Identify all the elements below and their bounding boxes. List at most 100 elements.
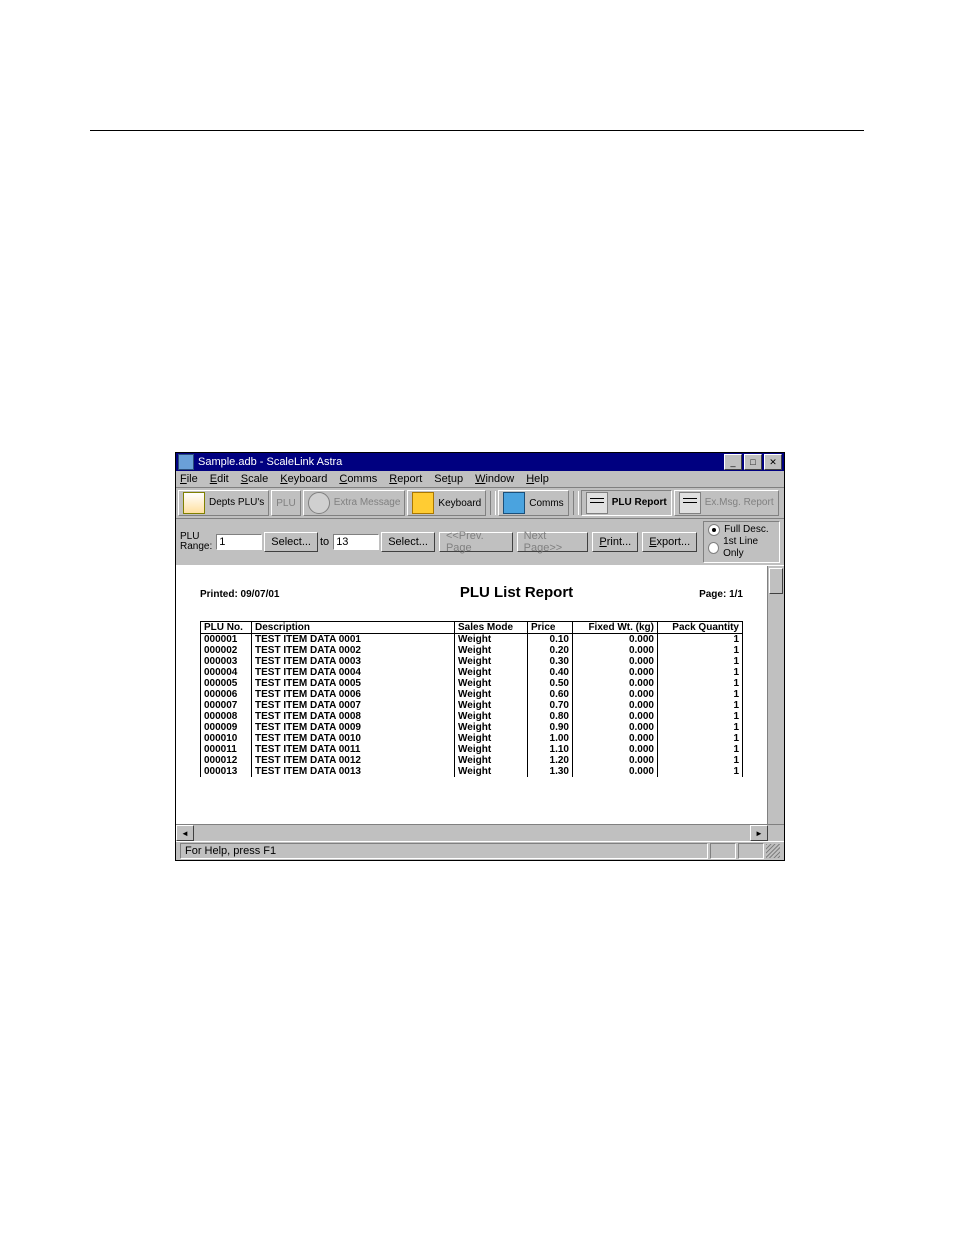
- cell-salesmode: Weight: [455, 744, 528, 755]
- status-text: For Help, press F1: [180, 843, 708, 859]
- depts-plu-button[interactable]: Depts PLU's: [178, 490, 269, 516]
- report-icon-2: [679, 492, 701, 514]
- report-viewport: Printed: 09/07/01 PLU List Report Page: …: [176, 566, 784, 824]
- menu-window[interactable]: Window: [475, 473, 514, 485]
- cell-description: TEST ITEM DATA 0013: [252, 766, 455, 777]
- hscroll-track[interactable]: [194, 825, 750, 841]
- scrollbar-thumb[interactable]: [769, 568, 783, 594]
- depts-icon: [183, 492, 205, 514]
- cell-price: 0.60: [528, 689, 573, 700]
- cell-salesmode: Weight: [455, 678, 528, 689]
- cell-description: TEST ITEM DATA 0008: [252, 711, 455, 722]
- to-label: to: [320, 536, 329, 548]
- cell-fixedwt: 0.000: [573, 766, 658, 777]
- table-row: 000008TEST ITEM DATA 0008Weight0.800.000…: [201, 711, 743, 722]
- table-row: 000004TEST ITEM DATA 0004Weight0.400.000…: [201, 667, 743, 678]
- report-page: Printed: 09/07/01 PLU List Report Page: …: [176, 566, 767, 824]
- cell-packqty: 1: [658, 700, 743, 711]
- extra-message-label: Extra Message: [334, 498, 401, 508]
- print-button[interactable]: Print...: [592, 532, 638, 552]
- menu-comms[interactable]: Comms: [339, 473, 377, 485]
- menu-edit[interactable]: Edit: [210, 473, 229, 485]
- cell-salesmode: Weight: [455, 645, 528, 656]
- cell-price: 1.20: [528, 755, 573, 766]
- radio-off-icon: [708, 542, 719, 554]
- extra-message-button[interactable]: Extra Message: [303, 490, 406, 516]
- range-from-input[interactable]: [216, 534, 262, 550]
- full-desc-radio[interactable]: Full Desc.: [708, 524, 775, 536]
- close-button[interactable]: ✕: [764, 454, 782, 470]
- table-header-row: PLU No. Description Sales Mode Price Fix…: [201, 622, 743, 634]
- cell-pluno: 000007: [201, 700, 252, 711]
- cell-salesmode: Weight: [455, 722, 528, 733]
- plu-button[interactable]: PLU: [271, 490, 300, 516]
- scroll-corner: [768, 825, 784, 841]
- menu-help[interactable]: Help: [526, 473, 549, 485]
- radio-on-icon: [708, 524, 720, 536]
- titlebar: Sample.adb - ScaleLink Astra _ □ ✕: [176, 453, 784, 471]
- cell-price: 1.30: [528, 766, 573, 777]
- range-to-input[interactable]: [333, 534, 379, 550]
- table-row: 000010TEST ITEM DATA 0010Weight1.000.000…: [201, 733, 743, 744]
- table-row: 000013TEST ITEM DATA 0013Weight1.300.000…: [201, 766, 743, 777]
- menu-scale[interactable]: Scale: [241, 473, 269, 485]
- cell-packqty: 1: [658, 711, 743, 722]
- cell-fixedwt: 0.000: [573, 689, 658, 700]
- prev-page-button[interactable]: <<Prev. Page: [439, 532, 513, 552]
- minimize-button[interactable]: _: [724, 454, 742, 470]
- horizontal-scrollbar[interactable]: ◄ ►: [176, 824, 784, 841]
- cell-fixedwt: 0.000: [573, 667, 658, 678]
- cell-salesmode: Weight: [455, 689, 528, 700]
- cell-pluno: 000006: [201, 689, 252, 700]
- menu-setup[interactable]: Setup: [434, 473, 463, 485]
- plu-range-label: PLU Range:: [180, 532, 212, 552]
- keyboard-icon: [412, 492, 434, 514]
- comms-button[interactable]: Comms: [498, 490, 568, 516]
- next-page-button[interactable]: Next Page>>: [517, 532, 589, 552]
- menu-file[interactable]: File: [180, 473, 198, 485]
- keyboard-button[interactable]: Keyboard: [407, 490, 486, 516]
- cell-price: 0.80: [528, 711, 573, 722]
- cell-description: TEST ITEM DATA 0012: [252, 755, 455, 766]
- toolbar-separator-2: [573, 491, 579, 515]
- plu-report-button[interactable]: PLU Report: [581, 490, 672, 516]
- table-row: 000005TEST ITEM DATA 0005Weight0.500.000…: [201, 678, 743, 689]
- exmsg-report-label: Ex.Msg. Report: [705, 498, 774, 508]
- scroll-right-button[interactable]: ►: [750, 825, 768, 841]
- exmsg-report-button[interactable]: Ex.Msg. Report: [674, 490, 779, 516]
- app-icon: [178, 454, 194, 470]
- maximize-button[interactable]: □: [744, 454, 762, 470]
- select-to-button[interactable]: Select...: [381, 532, 435, 552]
- cell-price: 0.10: [528, 634, 573, 646]
- table-row: 000002TEST ITEM DATA 0002Weight0.200.000…: [201, 645, 743, 656]
- export-button[interactable]: Export...: [642, 532, 697, 552]
- cell-description: TEST ITEM DATA 0011: [252, 744, 455, 755]
- resize-grip-icon[interactable]: [766, 844, 780, 858]
- cell-salesmode: Weight: [455, 733, 528, 744]
- cell-description: TEST ITEM DATA 0001: [252, 634, 455, 646]
- menu-keyboard[interactable]: Keyboard: [280, 473, 327, 485]
- scroll-left-button[interactable]: ◄: [176, 825, 194, 841]
- comms-label: Comms: [529, 498, 563, 509]
- menubar: File Edit Scale Keyboard Comms Report Se…: [176, 471, 784, 488]
- cell-fixedwt: 0.000: [573, 678, 658, 689]
- cell-description: TEST ITEM DATA 0009: [252, 722, 455, 733]
- cell-description: TEST ITEM DATA 0006: [252, 689, 455, 700]
- first-line-radio[interactable]: 1st Line Only: [708, 536, 775, 560]
- menu-report[interactable]: Report: [389, 473, 422, 485]
- cell-packqty: 1: [658, 678, 743, 689]
- cell-salesmode: Weight: [455, 667, 528, 678]
- col-salesmode: Sales Mode: [455, 622, 528, 634]
- keyboard-label: Keyboard: [438, 498, 481, 509]
- window-title: Sample.adb - ScaleLink Astra: [198, 456, 722, 468]
- cell-description: TEST ITEM DATA 0010: [252, 733, 455, 744]
- cell-packqty: 1: [658, 733, 743, 744]
- col-fixedwt: Fixed Wt. (kg): [573, 622, 658, 634]
- select-from-button[interactable]: Select...: [264, 532, 318, 552]
- table-row: 000009TEST ITEM DATA 0009Weight0.900.000…: [201, 722, 743, 733]
- cell-packqty: 1: [658, 766, 743, 777]
- cell-fixedwt: 0.000: [573, 733, 658, 744]
- cell-fixedwt: 0.000: [573, 755, 658, 766]
- report-title: PLU List Report: [370, 584, 663, 601]
- vertical-scrollbar[interactable]: [767, 566, 784, 824]
